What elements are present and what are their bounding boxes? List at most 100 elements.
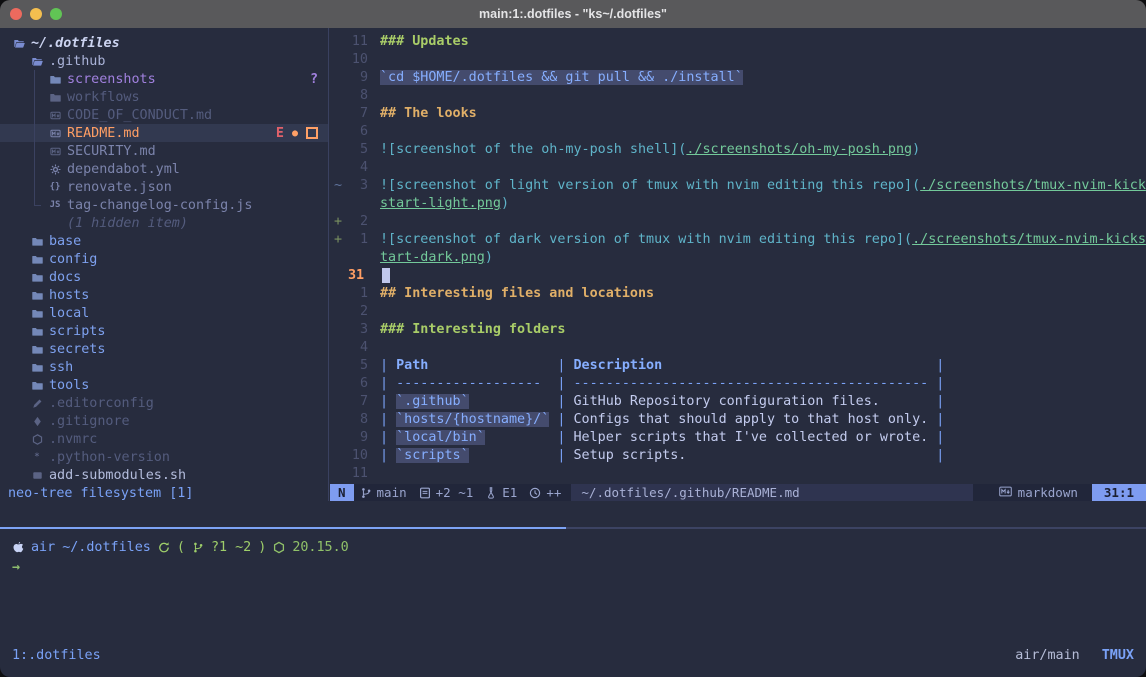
window-separator [328, 28, 329, 501]
tree-item-label: config [49, 252, 97, 267]
editor-line[interactable]: 4 [330, 340, 1146, 358]
tree-item-label: .gitignore [49, 414, 130, 429]
text-segment: | [928, 358, 944, 373]
tree-item-ssh[interactable]: ssh [0, 358, 328, 376]
editor-line[interactable]: 4 [330, 160, 1146, 178]
pane-divider[interactable] [566, 527, 1146, 529]
editor-line[interactable]: 8 [330, 88, 1146, 106]
unstaged-square-marker [306, 127, 318, 139]
node-version: 20.15.0 [292, 540, 348, 555]
terminal-content: ~/.dotfiles.githubscreenshots?workflowsC… [0, 28, 1146, 677]
tree-item-security-md[interactable]: SECURITY.md [0, 142, 328, 160]
editor-buffer[interactable]: 11### Updates 10 9`cd $HOME/.dotfiles &&… [330, 28, 1146, 484]
markdown-icon [999, 485, 1012, 500]
line-text: | `.github` | GitHub Repository configur… [380, 394, 944, 412]
neotree-panel[interactable]: ~/.dotfiles.githubscreenshots?workflowsC… [0, 28, 328, 484]
git-branch-label: main [377, 485, 407, 500]
line-number [346, 250, 368, 268]
editor-line[interactable]: 9`cd $HOME/.dotfiles && git pull && ./in… [330, 70, 1146, 88]
editor-line[interactable]: 3### Interesting folders [330, 322, 1146, 340]
line-text: | Path | Description | [380, 358, 944, 376]
editor-line[interactable]: 10 [330, 52, 1146, 70]
tree-item-label: SECURITY.md [67, 144, 156, 159]
zoom-button[interactable] [50, 8, 62, 20]
extra-segment: ++ [523, 485, 567, 500]
editor-line[interactable]: start-light.png) [330, 196, 1146, 214]
tree-item-config[interactable]: config [0, 250, 328, 268]
tree-item--dotfiles[interactable]: ~/.dotfiles [0, 34, 328, 52]
file-md-icon [48, 128, 62, 139]
git-sync-icon [158, 541, 170, 554]
tree-item-label: local [49, 306, 89, 321]
tree-item-screenshots[interactable]: screenshots? [0, 70, 328, 88]
text-segment [428, 358, 549, 373]
tree-item-tools[interactable]: tools [0, 376, 328, 394]
editor-line[interactable]: +1![screenshot of dark version of tmux w… [330, 232, 1146, 250]
editor-line[interactable]: 1## Interesting files and locations [330, 286, 1146, 304]
editor-line[interactable]: 9| `local/bin` | Helper scripts that I'v… [330, 430, 1146, 448]
tree-item-label: scripts [49, 324, 105, 339]
text-segment: | [380, 448, 396, 463]
editor-line[interactable]: 6 [330, 124, 1146, 142]
editor-line[interactable]: tart-dark.png) [330, 250, 1146, 268]
line-number: 5 [346, 358, 368, 376]
editor-line[interactable]: 31 [330, 268, 1146, 286]
gutter-sign-empty [330, 268, 346, 286]
tree-item-label: ~/.dotfiles [31, 36, 120, 51]
tree-item-workflows[interactable]: workflows [0, 88, 328, 106]
gutter-sign-empty [330, 286, 346, 304]
tree-item-code-of-conduct-md[interactable]: CODE_OF_CONDUCT.md [0, 106, 328, 124]
folder-icon [30, 290, 44, 301]
tree-item-add-submodules-sh[interactable]: add-submodules.sh [0, 466, 328, 484]
tree-item--nvmrc[interactable]: .nvmrc [0, 430, 328, 448]
tree-item-base[interactable]: base [0, 232, 328, 250]
editor-line[interactable]: 11### Updates [330, 34, 1146, 52]
folder-icon [30, 380, 44, 391]
editor-line[interactable]: ~3![screenshot of light version of tmux … [330, 178, 1146, 196]
tree-item-secrets[interactable]: secrets [0, 340, 328, 358]
editor-line[interactable]: 5![screenshot of the oh-my-posh shell](.… [330, 142, 1146, 160]
editor-line[interactable]: 7## The looks [330, 106, 1146, 124]
tree-item--editorconfig[interactable]: .editorconfig [0, 394, 328, 412]
minimize-button[interactable] [30, 8, 42, 20]
editor-line[interactable]: 10| `scripts` | Setup scripts. | [330, 448, 1146, 466]
braces-icon: {} [48, 182, 62, 192]
tree-item-tag-changelog-config-js[interactable]: JStag-changelog-config.js [0, 196, 328, 214]
editor-line[interactable]: 7| `.github` | GitHub Repository configu… [330, 394, 1146, 412]
editor-line[interactable]: 11 [330, 466, 1146, 484]
pen-icon [30, 398, 44, 409]
editor-line[interactable]: 6| ------------------ | ----------------… [330, 376, 1146, 394]
line-number [346, 196, 368, 214]
editor-line[interactable]: +2 [330, 214, 1146, 232]
folder-open-icon [12, 38, 26, 49]
text-segment: | [928, 448, 944, 463]
tree-item--github[interactable]: .github [0, 52, 328, 70]
tree-item--python-version[interactable]: *.python-version [0, 448, 328, 466]
editor-line[interactable]: 8| `hosts/{hostname}/` | Configs that sh… [330, 412, 1146, 430]
line-number: 11 [346, 34, 368, 52]
text-segment: Setup scripts. [574, 448, 687, 463]
pane-divider-active[interactable] [0, 527, 566, 529]
tree-item-dependabot-yml[interactable]: dependabot.yml [0, 160, 328, 178]
tree-item--1-hidden-item-[interactable]: (1 hidden item) [0, 214, 328, 232]
tree-item--gitignore[interactable]: .gitignore [0, 412, 328, 430]
gutter-sign-empty [330, 358, 346, 376]
close-button[interactable] [10, 8, 22, 20]
shell-prompt: air ~/.dotfiles ( ?1 ~2 ) 20.15.0 [12, 538, 349, 556]
editor-line[interactable]: 2 [330, 304, 1146, 322]
shell-input-line[interactable]: → [12, 558, 20, 576]
tree-item-hosts[interactable]: hosts [0, 286, 328, 304]
gutter-sign: ~ [330, 178, 346, 196]
tree-item-local[interactable]: local [0, 304, 328, 322]
tree-item-renovate-json[interactable]: {}renovate.json [0, 178, 328, 196]
tree-item-scripts[interactable]: scripts [0, 322, 328, 340]
folder-icon [30, 308, 44, 319]
tree-item-label: hosts [49, 288, 89, 303]
git-branch-icon [192, 541, 204, 554]
tree-item-docs[interactable]: docs [0, 268, 328, 286]
editor-line[interactable]: 5 | Path | Description | [330, 358, 1146, 376]
text-segment [469, 394, 550, 409]
tmux-window-label[interactable]: 1:.dotfiles [12, 648, 101, 663]
tree-item-readme-md[interactable]: README.mdE● [0, 124, 328, 142]
line-text: ## The looks [380, 106, 477, 124]
